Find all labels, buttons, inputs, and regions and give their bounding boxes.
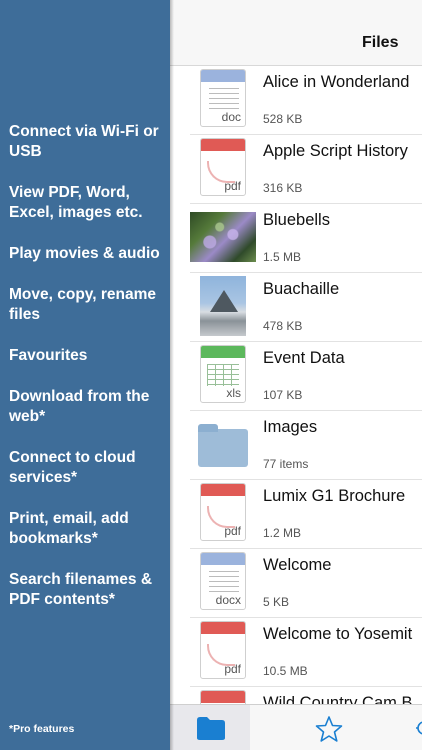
pro-footnote: *Pro features [9, 723, 75, 735]
file-row-buachaille[interactable]: Buachaille 478 KB [190, 273, 422, 342]
file-size: 528 KB [263, 112, 303, 126]
doc-icon: doc [200, 69, 246, 127]
file-size: 107 KB [263, 388, 303, 402]
folder-icon [197, 717, 225, 740]
page-title: Files [362, 34, 399, 51]
file-size: 10.5 MB [263, 664, 308, 678]
item-count: 77 items [263, 457, 309, 471]
file-name: Event Data [263, 349, 345, 367]
feature-text: Download from the web* [9, 388, 150, 425]
file-row-event-data[interactable]: xls Event Data 107 KB [190, 342, 422, 411]
file-row-welcome-to-yosemite[interactable]: pdf Welcome to Yosemit 10.5 MB [190, 618, 422, 687]
photo-thumbnail [200, 276, 246, 336]
file-app: Files doc Alice in Wonderland 528 KB pdf… [170, 0, 422, 750]
file-row-lumix-g1-brochure[interactable]: pdf Lumix G1 Brochure 1.2 MB [190, 480, 422, 549]
file-name: Apple Script History [263, 142, 408, 160]
xls-icon: xls [200, 345, 246, 403]
file-extension: doc [221, 110, 241, 124]
file-size: 5 KB [263, 595, 290, 609]
tab-settings[interactable] [330, 705, 422, 750]
pdf-icon: pdf [200, 621, 246, 679]
file-name: Alice in Wonderland [263, 73, 410, 91]
pdf-icon [200, 690, 246, 704]
file-extension: docx [215, 593, 241, 607]
file-row-bluebells[interactable]: Bluebells 1.5 MB [190, 204, 422, 273]
file-name: Welcome to Yosemit [263, 625, 413, 643]
pdf-icon: pdf [200, 138, 246, 196]
file-size: 1.2 MB [263, 526, 302, 540]
file-extension: xls [226, 386, 241, 400]
file-name: Bluebells [263, 211, 330, 229]
tab-favourites[interactable] [250, 705, 343, 750]
file-row-images-folder[interactable]: Images 77 items [190, 411, 422, 480]
file-row-alice-in-wonderland[interactable]: doc Alice in Wonderland 528 KB [190, 66, 422, 135]
feature-text: Favourites [9, 347, 88, 364]
pdf-icon: pdf [200, 483, 246, 541]
file-size: 1.5 MB [263, 250, 302, 264]
file-name: Wild Country Cam B [263, 694, 413, 704]
promo-panel: Connect via Wi-Fi or USB View PDF, Word,… [0, 0, 170, 750]
feature-text: Play movies & audio [9, 245, 160, 262]
file-name: Buachaille [263, 280, 340, 298]
gear-icon [416, 721, 422, 735]
feature-text: View PDF, Word, Excel, images etc. [9, 184, 143, 221]
docx-icon: docx [200, 552, 246, 610]
tab-bar [170, 704, 422, 750]
folder-icon [198, 424, 248, 467]
file-list[interactable]: doc Alice in Wonderland 528 KB pdf Apple… [170, 66, 422, 704]
feature-text: Connect to cloud services* [9, 449, 136, 486]
file-row-welcome[interactable]: docx Welcome 5 KB [190, 549, 422, 618]
file-row-apple-script-history[interactable]: pdf Apple Script History 316 KB [190, 135, 422, 204]
photo-thumbnail [190, 212, 256, 262]
file-extension: pdf [224, 662, 241, 676]
feature-text: Print, email, add bookmarks* [9, 510, 129, 547]
file-name: Lumix G1 Brochure [263, 487, 406, 505]
feature-text: Move, copy, rename files [9, 286, 157, 323]
panel-shadow [170, 0, 174, 750]
tab-files[interactable] [170, 705, 250, 750]
navigation-bar: Files [170, 0, 422, 66]
file-size: 478 KB [263, 319, 303, 333]
file-size: 316 KB [263, 181, 303, 195]
file-name: Images [263, 418, 318, 436]
feature-text: Connect via Wi-Fi or USB [9, 123, 159, 160]
file-name: Welcome [263, 556, 332, 574]
feature-text: Search filenames & PDF contents* [9, 571, 153, 608]
file-extension: pdf [224, 524, 241, 538]
file-extension: pdf [224, 179, 241, 193]
file-row-wild-country-cam[interactable]: Wild Country Cam B [190, 687, 422, 704]
